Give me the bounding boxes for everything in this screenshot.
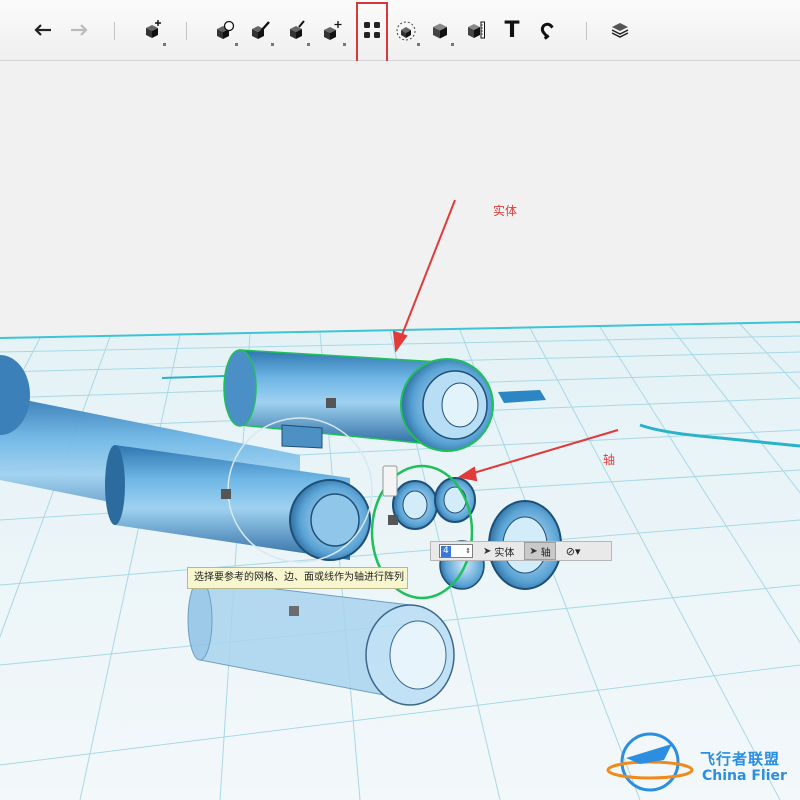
pattern-count-input[interactable]: 4 ⇕ — [439, 544, 473, 558]
checkbox-icon[interactable] — [326, 398, 336, 408]
magnet-dropdown-icon: ⊘▾ — [565, 544, 581, 558]
snap-icon — [396, 21, 416, 41]
text-button[interactable]: T — [496, 14, 528, 46]
cursor-arrow-icon: ➤ — [483, 545, 492, 557]
dropdown-indicator — [307, 43, 310, 46]
group-cube-icon — [433, 23, 447, 39]
construct-button[interactable] — [280, 14, 312, 46]
undo-button[interactable] — [28, 14, 60, 46]
transform-cube-icon — [324, 21, 342, 40]
spinner-arrows-icon[interactable]: ⇕ — [465, 545, 471, 557]
pattern-floating-bar: 4 ⇕ ➤ 实体 ➤ 轴 ⊘▾ — [430, 541, 612, 561]
gizmo-handle[interactable] — [382, 465, 398, 497]
pattern-highlight-box — [356, 2, 388, 68]
solid-annotation-label: 实体 — [493, 204, 518, 218]
undo-arrow-icon — [34, 24, 51, 36]
solid-select-button[interactable]: ➤ 实体 — [479, 542, 518, 560]
redo-arrow-icon — [71, 24, 88, 36]
measure-cube-icon — [468, 21, 485, 39]
magnet-icon — [540, 22, 554, 40]
magnet-button[interactable] — [532, 14, 564, 46]
dropdown-indicator — [417, 43, 420, 46]
checkbox-icon[interactable] — [221, 489, 231, 499]
checkbox-icon[interactable] — [289, 606, 299, 616]
dropdown-indicator — [271, 43, 274, 46]
dropdown-indicator — [451, 43, 454, 46]
redo-button[interactable] — [62, 14, 94, 46]
main-toolbar: T — [0, 0, 800, 68]
modify-brush-icon — [252, 21, 270, 39]
dropdown-indicator — [163, 43, 166, 46]
toolbar-separator — [186, 22, 187, 40]
pattern-count-value: 4 — [441, 545, 451, 557]
add-primitive-button[interactable] — [136, 14, 168, 46]
modify-button[interactable] — [244, 14, 276, 46]
combine-icon — [217, 20, 235, 39]
checkbox-icon[interactable] — [388, 515, 398, 525]
toolbar-separator — [114, 22, 115, 40]
3d-viewport[interactable]: 实体 轴 选择要参考的网格、边、面或线作为轴进行阵列 4 ⇕ ➤ 实体 ➤ 轴 … — [0, 61, 800, 800]
watermark-cn: 飞行者联盟 — [700, 750, 781, 768]
dropdown-indicator — [343, 43, 346, 46]
axis-select-button[interactable]: ➤ 轴 — [524, 542, 556, 560]
connector-block — [281, 424, 323, 449]
pattern-tooltip: 选择要参考的网格、边、面或线作为轴进行阵列 — [187, 567, 408, 589]
add-box-icon — [146, 20, 161, 38]
solid-select-label: 实体 — [494, 547, 515, 559]
snap-button[interactable] — [390, 14, 422, 46]
measure-button[interactable] — [460, 14, 492, 46]
transform-button[interactable] — [316, 14, 348, 46]
layers-icon — [611, 23, 629, 38]
axis-annotation-label: 轴 — [603, 453, 616, 467]
cursor-arrow-icon: ➤ — [529, 545, 538, 557]
watermark-en: China Flier — [702, 768, 787, 784]
dropdown-indicator — [235, 43, 238, 46]
axis-select-label: 轴 — [540, 547, 551, 559]
construct-cube-icon — [290, 20, 305, 39]
text-t-icon: T — [504, 17, 520, 43]
combine-button[interactable] — [208, 14, 240, 46]
group-button[interactable] — [424, 14, 456, 46]
toolbar-separator — [586, 22, 587, 40]
scene-canvas[interactable] — [0, 61, 800, 800]
pattern-options-button[interactable]: ⊘▾ — [562, 542, 585, 560]
layers-button[interactable] — [604, 14, 636, 46]
